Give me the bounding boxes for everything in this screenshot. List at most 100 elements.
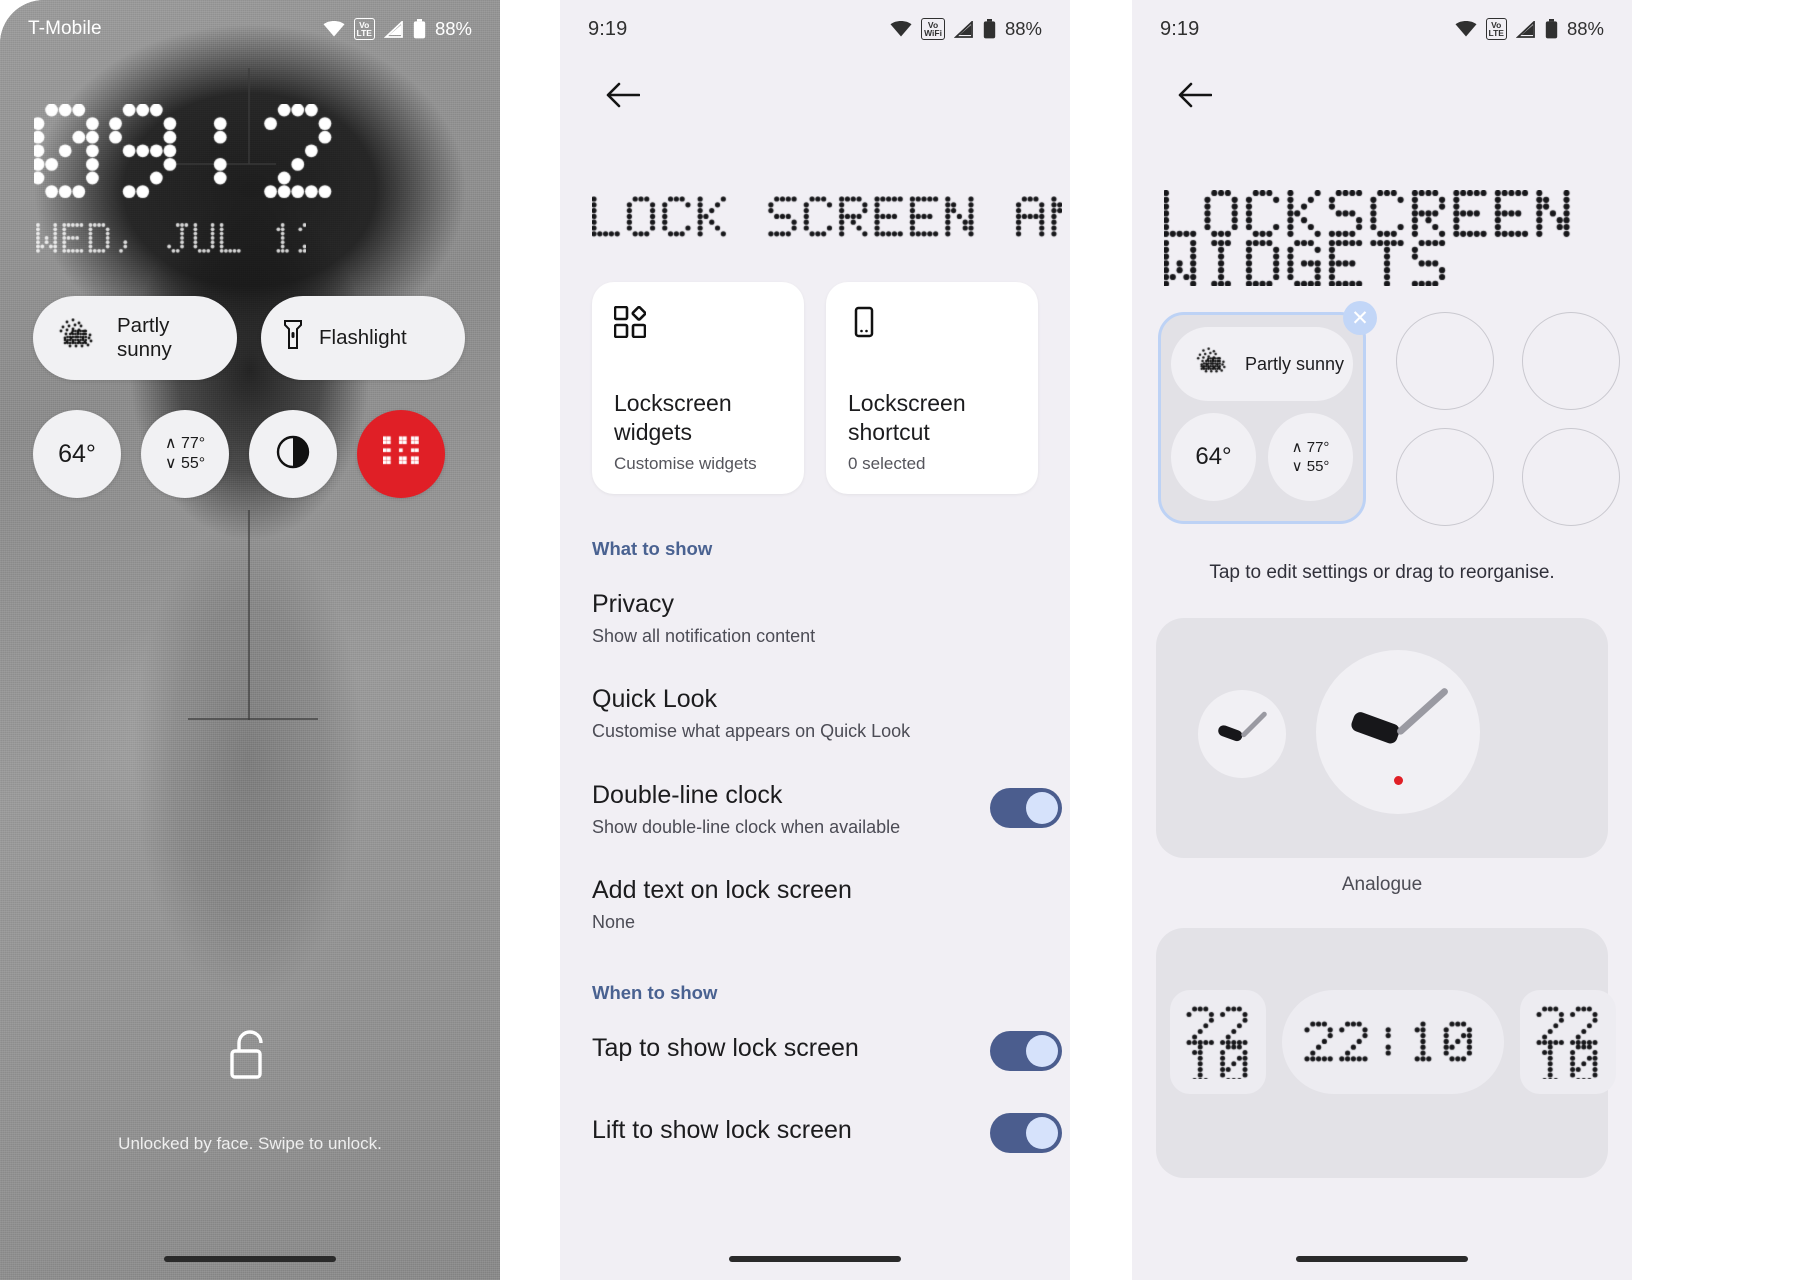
battery-percent: 88% <box>1004 18 1042 39</box>
unlock-caption: Unlocked by face. Swipe to unlock. <box>118 1134 382 1153</box>
section-what-to-show: What to show <box>592 538 713 559</box>
low-temp: ∨ 55° <box>164 455 206 472</box>
signal-icon <box>953 19 974 38</box>
volte-wifi-icon: Vo WiFi <box>921 18 945 40</box>
widget-high-low: ∧ 77° ∨ 55° <box>1268 413 1353 501</box>
home-indicator[interactable] <box>1296 1256 1468 1262</box>
wallpaper-crosshair-bottom <box>188 510 318 720</box>
high-low-circle[interactable]: ∧ 77° ∨ 55° <box>141 410 229 498</box>
digital-clock-small-right <box>1520 990 1616 1094</box>
temperature-circle[interactable]: 64° <box>33 410 121 498</box>
panel-gap-1 <box>500 0 530 1280</box>
lock-screen-panel: T-Mobile Vo LTE 88% Partly sunny Flashli… <box>0 0 500 1280</box>
partly-sunny-icon <box>1193 346 1233 382</box>
lockscreen-clock <box>34 104 334 209</box>
lockscreen-quick-circles: 64° ∧ 77° ∨ 55° <box>33 410 445 498</box>
widget-temperature: 64° <box>1171 413 1256 501</box>
widget-temp-value: 64° <box>1195 443 1232 470</box>
flashlight-pill[interactable]: Flashlight <box>261 296 465 380</box>
card-subtitle: 0 selected <box>848 454 926 473</box>
analogue-clock-preview[interactable] <box>1156 618 1608 858</box>
back-arrow-icon[interactable] <box>600 72 646 118</box>
qr-scan-circle[interactable] <box>357 410 445 498</box>
digital-clock-wide <box>1282 990 1504 1094</box>
wifi-icon <box>1455 21 1477 37</box>
phone-icon <box>848 306 1016 343</box>
battery-percent: 88% <box>434 18 472 39</box>
weather-pill[interactable]: Partly sunny <box>33 296 237 380</box>
lock-status-bar: T-Mobile Vo LTE 88% <box>0 0 500 58</box>
volte-icon: Vo LTE <box>1485 18 1507 40</box>
volte-icon: Vo LTE <box>353 18 375 40</box>
status-time: 9:19 <box>1160 17 1200 40</box>
flashlight-icon <box>283 320 303 356</box>
row-subtitle: Show all notification content <box>592 626 816 646</box>
lockscreen-widgets-panel: 9:19 Vo LTE 88% ✕ Partly sunny 64° ∧ 77°… <box>1132 0 1632 1280</box>
setting-row-tap-to-show[interactable]: Tap to show lock screen <box>592 1031 1062 1071</box>
empty-widget-slot[interactable] <box>1522 428 1620 526</box>
battery-icon <box>1545 19 1558 39</box>
settings-status-bar: 9:19 Vo WiFi 88% <box>560 0 1070 58</box>
empty-widget-slot[interactable] <box>1396 428 1494 526</box>
card-title: Lockscreen shortcut <box>848 390 966 445</box>
widgets-hint: Tap to edit settings or drag to reorgani… <box>1209 562 1555 583</box>
home-indicator[interactable] <box>729 1256 901 1262</box>
temperature-value: 64° <box>58 439 96 468</box>
card-subtitle: Customise widgets <box>614 454 757 473</box>
digital-clock-small-left <box>1170 990 1266 1094</box>
close-icon[interactable]: ✕ <box>1343 301 1377 335</box>
row-subtitle: Customise what appears on Quick Look <box>592 721 911 741</box>
selected-widget-weather[interactable]: ✕ Partly sunny 64° ∧ 77° ∨ 55° <box>1158 301 1377 524</box>
widgets-status-bar: 9:19 Vo LTE 88% <box>1132 0 1632 58</box>
analogue-preview-label: Analogue <box>1341 874 1423 895</box>
lock-screen-settings-panel: 9:19 Vo WiFi 88% Lockscreen widgets Cust… <box>560 0 1070 1280</box>
panel-gap-2 <box>1070 0 1100 1280</box>
row-title: Add text on lock screen <box>592 876 852 904</box>
empty-widget-slot[interactable] <box>1396 312 1494 410</box>
row-title: Tap to show lock screen <box>592 1034 859 1062</box>
wifi-icon <box>323 21 345 37</box>
battery-icon <box>983 19 996 39</box>
row-subtitle: Show double-line clock when available <box>592 817 901 837</box>
status-time: 9:19 <box>588 17 628 40</box>
double-line-clock-toggle[interactable] <box>990 788 1062 828</box>
lockscreen-shortcut-card[interactable]: Lockscreen shortcut 0 selected <box>826 282 1038 494</box>
contrast-icon <box>276 435 310 474</box>
lockscreen-date <box>36 222 306 261</box>
qr-code-icon <box>383 433 419 475</box>
widgets-grid-icon <box>613 305 782 343</box>
card-title: Lockscreen widgets <box>614 390 732 445</box>
signal-icon <box>383 19 404 38</box>
partly-sunny-icon <box>55 318 101 358</box>
widget-slot-grid: ✕ Partly sunny 64° ∧ 77° ∨ 55° <box>1158 301 1620 526</box>
widget-weather-pill: Partly sunny <box>1171 327 1353 401</box>
lockscreen-quick-pills: Partly sunny Flashlight <box>33 296 465 380</box>
setting-row-add-text[interactable]: Add text on lock screen None <box>592 876 1044 933</box>
unlocked-padlock-icon[interactable] <box>227 1030 273 1085</box>
widget-high: ∧ 77° <box>1291 438 1330 456</box>
settings-card-row: Lockscreen widgets Customise widgets Loc… <box>592 282 1038 494</box>
contrast-circle[interactable] <box>249 410 337 498</box>
row-title: Privacy <box>592 590 674 618</box>
widget-low: ∨ 55° <box>1291 458 1330 475</box>
empty-widget-slot[interactable] <box>1522 312 1620 410</box>
row-title: Double-line clock <box>592 781 783 809</box>
signal-icon <box>1515 19 1536 38</box>
weather-pill-label: Partly sunny <box>117 314 172 361</box>
setting-row-quick-look[interactable]: Quick Look Customise what appears on Qui… <box>592 685 1044 742</box>
lockscreen-widgets-card[interactable]: Lockscreen widgets Customise widgets <box>592 282 804 494</box>
home-indicator[interactable] <box>164 1256 336 1262</box>
setting-row-double-line-clock[interactable]: Double-line clock Show double-line clock… <box>592 781 1062 838</box>
setting-row-privacy[interactable]: Privacy Show all notification content <box>592 590 1044 647</box>
carrier-label: T-Mobile <box>28 18 102 39</box>
tap-to-show-toggle[interactable] <box>990 1031 1062 1071</box>
widget-weather-label: Partly sunny <box>1245 353 1345 374</box>
small-clock-face <box>1198 690 1286 778</box>
setting-row-lift-to-show[interactable]: Lift to show lock screen <box>592 1113 1062 1153</box>
lift-to-show-toggle[interactable] <box>990 1113 1062 1153</box>
wifi-icon <box>890 21 912 37</box>
back-arrow-icon[interactable] <box>1172 72 1218 118</box>
battery-percent: 88% <box>1566 18 1604 39</box>
row-title: Quick Look <box>592 685 718 713</box>
digital-clock-preview[interactable] <box>1156 928 1616 1178</box>
